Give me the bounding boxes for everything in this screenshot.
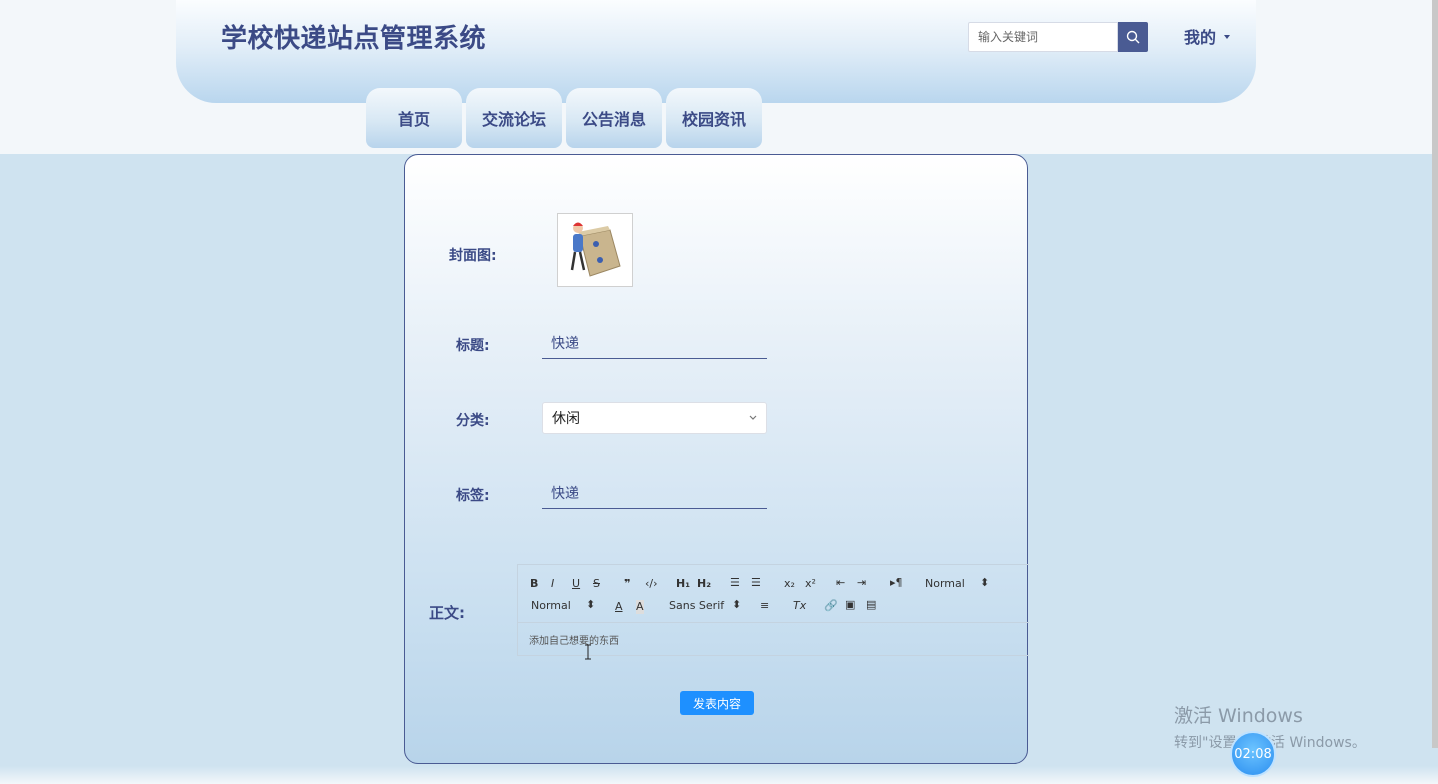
strike-icon[interactable]: S bbox=[593, 577, 600, 591]
floating-clock[interactable]: 02:08 bbox=[1230, 731, 1276, 777]
indent-icon[interactable]: ⇥ bbox=[857, 576, 866, 590]
code-block-icon[interactable]: ‹/› bbox=[645, 577, 658, 591]
watermark-title: 激活 Windows bbox=[1174, 705, 1303, 727]
tags-input[interactable] bbox=[542, 477, 767, 509]
cover-image-upload[interactable] bbox=[557, 213, 633, 287]
search-input[interactable] bbox=[968, 22, 1118, 52]
main-nav: 首页 交流论坛 公告消息 校园资讯 bbox=[366, 88, 762, 148]
outdent-icon[interactable]: ⇤ bbox=[836, 576, 845, 590]
italic-icon[interactable]: I bbox=[551, 577, 554, 591]
editor-toolbar: B I U S ❞ ‹/› H₁ H₂ ☰ ☰ x₂ x² ⇤ ⇥ ▸¶ Nor… bbox=[518, 565, 1029, 623]
chevron-down-icon bbox=[749, 415, 757, 420]
header-select[interactable]: Normal bbox=[925, 577, 965, 591]
courier-package-image bbox=[558, 214, 632, 286]
site-title: 学校快递站点管理系统 bbox=[221, 24, 487, 54]
editor-content[interactable]: 添加自己想要的东西 bbox=[529, 632, 619, 647]
nav-tab-home[interactable]: 首页 bbox=[366, 88, 462, 148]
align-icon[interactable]: ≡ bbox=[760, 599, 769, 613]
search-icon bbox=[1126, 30, 1140, 44]
font-select-arrows-icon: ⬍ bbox=[732, 598, 742, 611]
title-label: 标题: bbox=[456, 338, 490, 354]
heading-2-icon[interactable]: H₂ bbox=[697, 577, 711, 591]
nav-tab-forum[interactable]: 交流论坛 bbox=[466, 88, 562, 148]
bold-icon[interactable]: B bbox=[530, 577, 538, 591]
scrollbar[interactable] bbox=[1432, 0, 1438, 748]
text-cursor-icon bbox=[585, 644, 591, 660]
subscript-icon[interactable]: x₂ bbox=[784, 577, 795, 591]
image-icon[interactable]: ▣ bbox=[845, 598, 855, 612]
title-input[interactable] bbox=[542, 327, 767, 359]
nav-tab-announcements[interactable]: 公告消息 bbox=[566, 88, 662, 148]
nav-tab-campus-news[interactable]: 校园资讯 bbox=[666, 88, 762, 148]
text-direction-icon[interactable]: ▸¶ bbox=[890, 576, 903, 590]
caret-down-icon bbox=[1224, 35, 1231, 39]
font-color-icon[interactable]: A bbox=[615, 600, 623, 614]
background-color-icon[interactable]: A bbox=[636, 600, 644, 614]
post-form: 封面图: 标题: 分类: 休闲 标签: 正文: B I U S bbox=[404, 154, 1029, 764]
category-label: 分类: bbox=[456, 413, 490, 429]
submit-button[interactable]: 发表内容 bbox=[680, 691, 754, 715]
blockquote-icon[interactable]: ❞ bbox=[624, 577, 630, 591]
cover-label: 封面图: bbox=[449, 248, 497, 264]
underline-icon[interactable]: U bbox=[572, 577, 580, 591]
size-select[interactable]: Normal bbox=[531, 599, 571, 613]
rich-text-editor: B I U S ❞ ‹/› H₁ H₂ ☰ ☰ x₂ x² ⇤ ⇥ ▸¶ Nor… bbox=[517, 564, 1029, 656]
user-menu[interactable]: 我的 bbox=[1184, 24, 1231, 48]
header-select-arrows-icon: ⬍ bbox=[980, 576, 990, 589]
user-menu-label: 我的 bbox=[1184, 28, 1217, 47]
body-label: 正文: bbox=[429, 604, 465, 622]
ordered-list-icon[interactable]: ☰ bbox=[730, 576, 740, 590]
category-selected-value: 休闲 bbox=[552, 411, 580, 427]
size-select-arrows-icon: ⬍ bbox=[586, 598, 596, 611]
heading-1-icon[interactable]: H₁ bbox=[676, 577, 690, 591]
tags-label: 标签: bbox=[456, 488, 490, 504]
bullet-list-icon[interactable]: ☰ bbox=[751, 576, 761, 590]
superscript-icon[interactable]: x² bbox=[805, 577, 816, 591]
clear-format-icon[interactable]: Tx bbox=[793, 599, 806, 613]
video-icon[interactable]: ▤ bbox=[866, 598, 876, 612]
link-icon[interactable]: 🔗 bbox=[824, 599, 838, 613]
search-button[interactable] bbox=[1118, 22, 1148, 52]
category-select[interactable]: 休闲 bbox=[542, 402, 767, 434]
font-select[interactable]: Sans Serif bbox=[669, 599, 724, 613]
